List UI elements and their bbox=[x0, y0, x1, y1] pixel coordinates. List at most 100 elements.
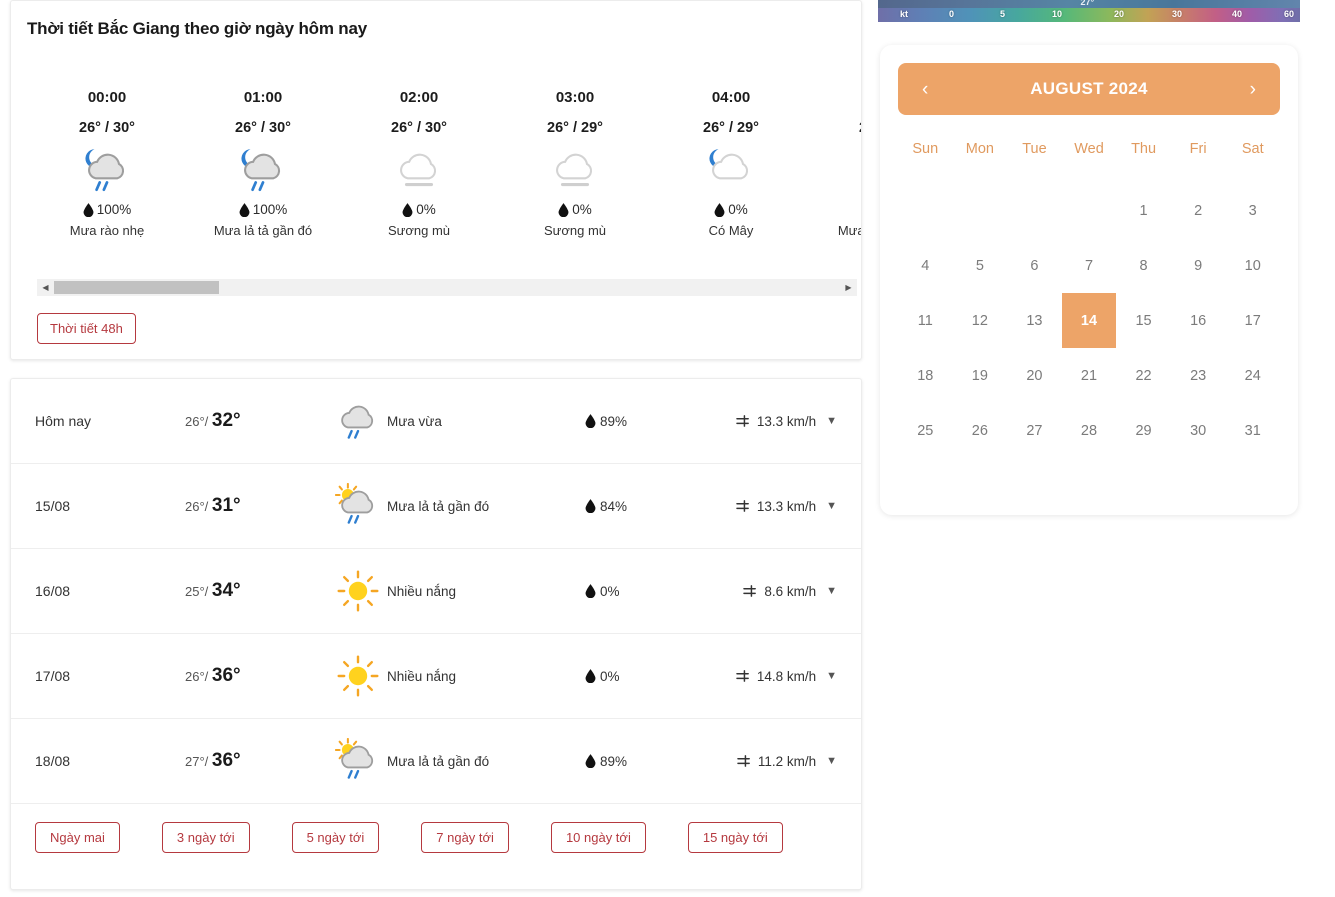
calendar-day[interactable]: 7 bbox=[1062, 238, 1117, 293]
forecast-48h-button[interactable]: Thời tiết 48h bbox=[37, 313, 136, 344]
hour-time: 05:00 bbox=[809, 89, 861, 106]
calendar-day[interactable]: 15 bbox=[1116, 293, 1171, 348]
humidity-drop-icon bbox=[239, 202, 250, 217]
calendar-day[interactable]: 17 bbox=[1225, 293, 1280, 348]
calendar-day[interactable]: 8 bbox=[1116, 238, 1171, 293]
calendar-day[interactable]: 21 bbox=[1062, 348, 1117, 403]
range-button[interactable]: 7 ngày tới bbox=[421, 822, 509, 853]
chevron-right-icon[interactable]: › bbox=[1244, 80, 1262, 99]
wind-icon bbox=[736, 669, 749, 682]
table-row[interactable]: 16/08 25°/ 34° Nhiều nắng 0% 8.6 km/h ▼ bbox=[11, 549, 861, 634]
calendar-day[interactable]: 26 bbox=[953, 403, 1008, 458]
hour-time: 04:00 bbox=[711, 89, 751, 106]
day-condition-label: Mưa lả tả gần đó bbox=[387, 498, 490, 514]
day-humidity: 0% bbox=[585, 669, 725, 684]
calendar-day[interactable]: 23 bbox=[1171, 348, 1226, 403]
chevron-down-icon[interactable]: ▼ bbox=[826, 755, 837, 767]
hour-weather-icon bbox=[653, 142, 809, 200]
sun-icon bbox=[337, 655, 379, 697]
hourly-column: 04:00 26° / 29° 0% Có Mây bbox=[653, 59, 809, 238]
calendar-day[interactable]: 31 bbox=[1225, 403, 1280, 458]
calendar-day[interactable]: 24 bbox=[1225, 348, 1280, 403]
calendar-day[interactable]: 2 bbox=[1171, 183, 1226, 238]
calendar-day[interactable]: 11 bbox=[898, 293, 953, 348]
calendar-day[interactable]: 25 bbox=[898, 403, 953, 458]
calendar-day[interactable]: 27 bbox=[1007, 403, 1062, 458]
calendar-day[interactable]: 30 bbox=[1171, 403, 1226, 458]
calendar-day[interactable]: 1 bbox=[1116, 183, 1171, 238]
calendar-day[interactable]: 4 bbox=[898, 238, 953, 293]
sun-cloud-rain-icon bbox=[335, 483, 374, 524]
forecast-range-buttons: Ngày mai 3 ngày tới 5 ngày tới 7 ngày tới 10… bbox=[11, 804, 861, 853]
range-button[interactable]: 15 ngày tới bbox=[687, 822, 783, 853]
humidity-drop-icon bbox=[714, 202, 725, 217]
calendar-day-selected[interactable]: 14 bbox=[1061, 293, 1117, 348]
hour-temp: 26° / 29° bbox=[703, 120, 759, 136]
humidity-drop-icon bbox=[585, 584, 596, 598]
hourly-scrollbar[interactable]: ◀ ▶ bbox=[37, 279, 857, 296]
humidity-drop-icon bbox=[558, 202, 569, 217]
range-button[interactable]: 3 ngày tới bbox=[161, 822, 250, 853]
hour-weather-icon bbox=[185, 142, 341, 200]
calendar-day[interactable]: 6 bbox=[1007, 238, 1062, 293]
calendar-day[interactable]: 22 bbox=[1116, 348, 1171, 403]
chevron-down-icon[interactable]: ▼ bbox=[826, 500, 837, 512]
hour-description: Có Mây bbox=[708, 223, 754, 238]
chevron-left-icon[interactable]: ‹ bbox=[916, 80, 934, 99]
calendar-card: ‹ AUGUST 2024 › Sun Mon Tue Wed Thu Fri Sat 12… bbox=[880, 45, 1298, 515]
calendar-day[interactable]: 13 bbox=[1007, 293, 1062, 348]
day-condition-label: Mưa vừa bbox=[387, 413, 442, 429]
range-button[interactable]: 5 ngày tới bbox=[291, 822, 380, 853]
calendar-day[interactable]: 29 bbox=[1116, 403, 1171, 458]
hour-description: Mưa lả tả gần đó bbox=[213, 223, 313, 238]
day-wind[interactable]: 8.6 km/h ▼ bbox=[725, 584, 837, 599]
moon-cloud-icon bbox=[709, 149, 749, 180]
calendar-day[interactable]: 9 bbox=[1171, 238, 1226, 293]
day-wind[interactable]: 14.8 km/h ▼ bbox=[725, 669, 837, 684]
calendar-day[interactable]: 19 bbox=[953, 348, 1008, 403]
scroll-left-arrow-icon[interactable]: ◀ bbox=[37, 279, 54, 296]
forecast-48h-label[interactable]: Thời tiết 48h bbox=[37, 313, 136, 344]
calendar-day[interactable]: 28 bbox=[1062, 403, 1117, 458]
calendar-day[interactable]: 18 bbox=[898, 348, 953, 403]
day-humidity: 89% bbox=[585, 754, 725, 769]
moon-cloud-rain-icon bbox=[85, 149, 125, 192]
day-wind[interactable]: 13.3 km/h ▼ bbox=[725, 414, 837, 429]
scrollbar-track[interactable] bbox=[54, 279, 840, 296]
calendar-weekday: Thu bbox=[1131, 141, 1157, 157]
hour-time: 03:00 bbox=[555, 89, 595, 106]
legend-tick: 20 bbox=[1114, 9, 1125, 19]
calendar-empty-cell bbox=[1007, 183, 1062, 238]
calendar-day[interactable]: 5 bbox=[953, 238, 1008, 293]
table-row[interactable]: 18/08 27°/ 36° Mưa lả tả gần đó 89% 11.2 km/… bbox=[11, 719, 861, 804]
moon-cloud-rain-icon bbox=[861, 145, 862, 197]
calendar-day[interactable]: 10 bbox=[1225, 238, 1280, 293]
legend-tick: 30 bbox=[1172, 9, 1183, 19]
hourly-scroll-viewport[interactable]: 00:00 26° / 30° 100% Mưa rào nhẹ 01:00 26° / … bbox=[11, 59, 862, 259]
chevron-down-icon[interactable]: ▼ bbox=[826, 585, 837, 597]
hourly-column: 03:00 26° / 29° 0% Sương mù bbox=[497, 59, 653, 238]
scrollbar-thumb[interactable] bbox=[54, 281, 219, 294]
day-wind[interactable]: 11.2 km/h ▼ bbox=[725, 754, 837, 769]
calendar-day[interactable]: 3 bbox=[1225, 183, 1280, 238]
humidity-drop-icon bbox=[585, 414, 596, 428]
hourly-column: 05:00 26° / 29° 100% Mưa lả tả gần đó bbox=[809, 59, 862, 238]
calendar-day[interactable]: 16 bbox=[1171, 293, 1226, 348]
range-button[interactable]: Ngày mai bbox=[35, 822, 120, 853]
chevron-down-icon[interactable]: ▼ bbox=[826, 415, 837, 427]
chevron-down-icon[interactable]: ▼ bbox=[826, 670, 837, 682]
scroll-right-arrow-icon[interactable]: ▶ bbox=[840, 279, 857, 296]
calendar-day[interactable]: 20 bbox=[1007, 348, 1062, 403]
calendar-day[interactable]: 12 bbox=[953, 293, 1008, 348]
legend-tick: 10 bbox=[1052, 9, 1063, 19]
table-row[interactable]: 15/08 26°/ 31° Mưa lả tả gần đó 84% 13.3 km/… bbox=[11, 464, 861, 549]
hourly-strip: 00:00 26° / 30° 100% Mưa rào nhẹ 01:00 26° / … bbox=[29, 59, 862, 238]
table-row[interactable]: Hôm nay 26°/ 32° Mưa vừa 89% 13.3 km/h ▼ bbox=[11, 379, 861, 464]
range-button[interactable]: 10 ngày tới bbox=[550, 822, 646, 853]
humidity-drop-icon bbox=[585, 754, 596, 768]
table-row[interactable]: 17/08 26°/ 36° Nhiều nắng 0% 14.8 km/h ▼ bbox=[11, 634, 861, 719]
hour-description: Sương mù bbox=[543, 223, 607, 238]
day-wind[interactable]: 13.3 km/h ▼ bbox=[725, 499, 837, 514]
cloud-rain-icon bbox=[341, 405, 374, 439]
wind-icon bbox=[737, 754, 750, 767]
